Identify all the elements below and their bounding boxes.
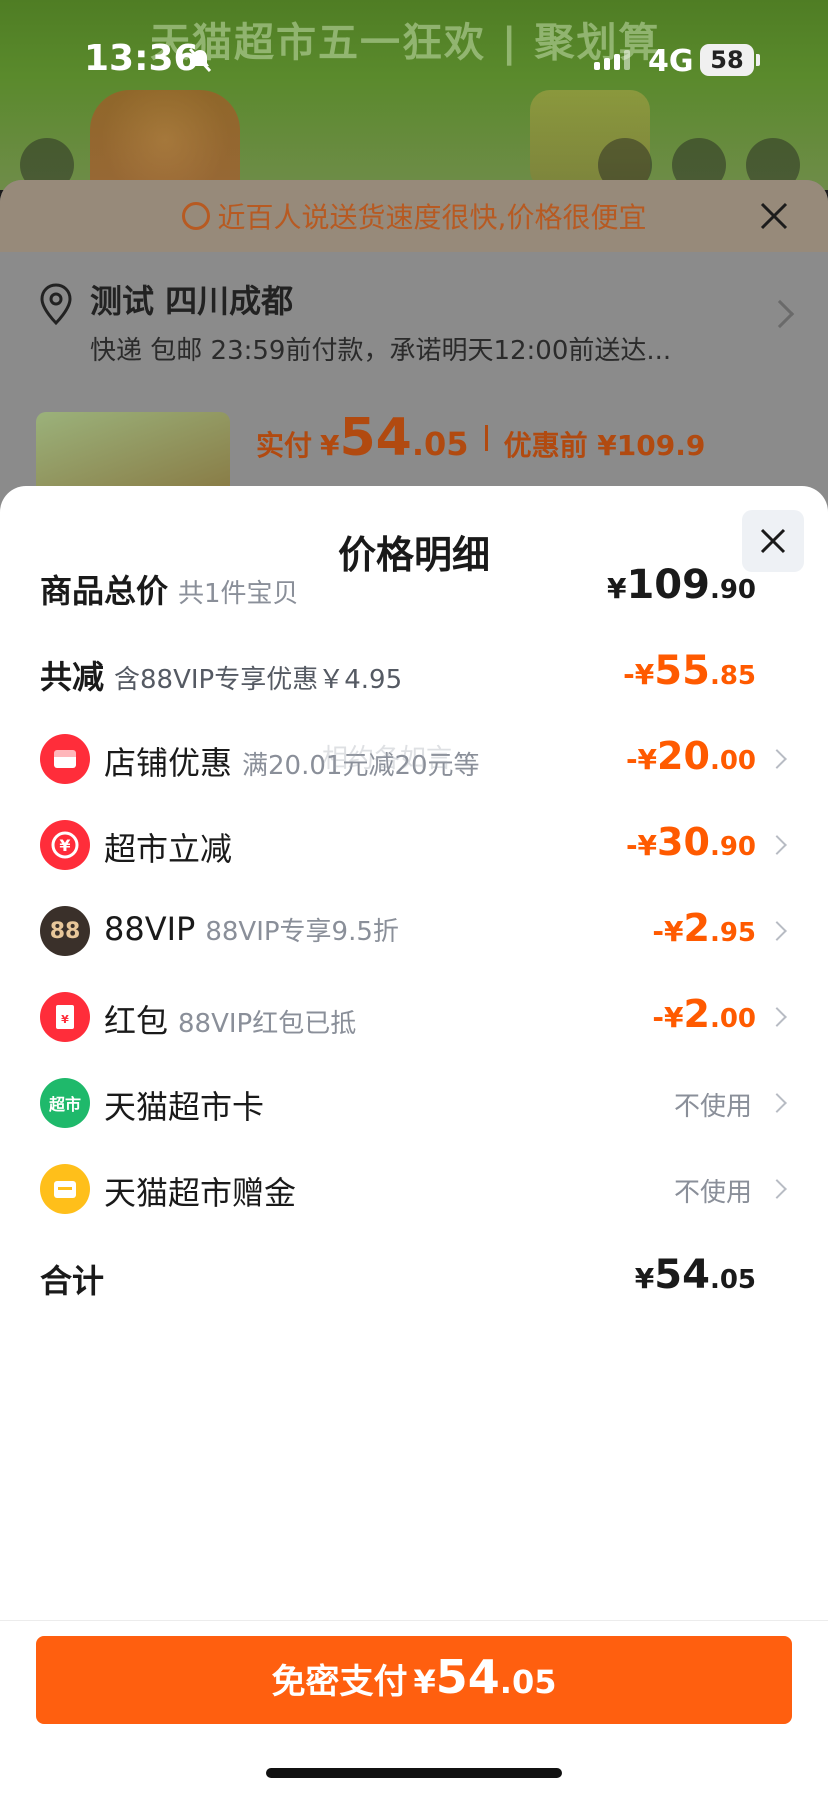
vip88-row[interactable]: 88 88VIP 88VIP专享9.5折 -¥ 2.95 xyxy=(0,902,828,962)
divider xyxy=(0,1620,828,1621)
supermarket-card-icon: 超市 xyxy=(40,1078,90,1128)
row-label: 天猫超市赠金 xyxy=(104,1174,297,1212)
chat-bubble-icon xyxy=(181,202,210,230)
shop-discount-row[interactable]: 店铺优惠 满20.01元减20元等 相约各如言 -¥ 20.00 xyxy=(0,730,828,790)
chevron-right-icon xyxy=(767,835,787,855)
supermarket-discount-row[interactable]: ¥ 超市立减 -¥ 30.90 xyxy=(0,816,828,876)
row-value: 不使用 xyxy=(673,1178,752,1208)
status-bar: 13:36 4G 58 xyxy=(0,0,828,110)
row-sub: 共1件宝贝 xyxy=(178,579,299,609)
row-amount: ¥54.05 xyxy=(634,1252,756,1298)
row-label: 共减 xyxy=(40,658,105,696)
grand-total-row: 合计 ¥54.05 xyxy=(0,1248,828,1308)
gift-money-icon xyxy=(40,1164,90,1214)
total-discount-row: 共减 含88VIP专享优惠￥4.95 -¥ 55.85 xyxy=(0,644,828,704)
signal-icon xyxy=(594,50,630,70)
row-amount: -¥ 30.90 xyxy=(625,820,756,864)
order-sheet-dimmed: 近百人说送货速度很快,价格很便宜 测试 四川成都 快递 包邮 23:59前付款，… xyxy=(0,180,828,520)
yen-coin-icon: ¥ xyxy=(40,820,90,870)
chevron-right-icon xyxy=(765,299,795,329)
close-icon[interactable] xyxy=(756,198,792,234)
row-amount: -¥ 2.00 xyxy=(652,992,756,1036)
chevron-right-icon xyxy=(767,921,787,941)
supermarket-card-row[interactable]: 超市 天猫超市卡 不使用 xyxy=(0,1074,828,1134)
row-label: 商品总价 xyxy=(40,572,169,610)
row-amount: -¥ 55.85 xyxy=(623,648,756,694)
row-label: 合计 xyxy=(40,1262,105,1300)
paid-price: 实付 ¥ 54 .05 优惠前 ¥109.9 xyxy=(256,408,706,468)
home-indicator xyxy=(266,1768,562,1778)
chevron-right-icon xyxy=(767,749,787,769)
address-row[interactable]: 测试 四川成都 快递 包邮 23:59前付款，承诺明天12:00前送达... xyxy=(0,252,828,382)
row-label: 超市立减 xyxy=(104,830,233,868)
notice-bar: 近百人说送货速度很快,价格很便宜 xyxy=(0,180,828,252)
network-type: 4G xyxy=(648,44,694,79)
row-sub: 88VIP专享9.5折 xyxy=(205,917,399,947)
price-detail-sheet: 价格明细 商品总价 共1件宝贝 ¥109.90 共减 含88VIP专享优惠￥4.95… xyxy=(0,486,828,1796)
row-label: 红包 xyxy=(104,1002,169,1040)
red-packet-icon: ¥ xyxy=(40,992,90,1042)
row-amount: ¥109.90 xyxy=(606,562,756,608)
shop-icon xyxy=(40,734,90,784)
pay-button[interactable]: 免密支付 ¥ 54 .05 xyxy=(36,1636,792,1724)
notice-text: 近百人说送货速度很快,价格很便宜 xyxy=(217,201,647,234)
row-label: 店铺优惠 xyxy=(104,744,233,782)
row-label: 天猫超市卡 xyxy=(104,1088,265,1126)
row-amount: -¥ 2.95 xyxy=(652,906,756,950)
row-sub: 含88VIP专享优惠￥4.95 xyxy=(114,665,403,695)
battery-icon: 58 xyxy=(700,44,754,76)
svg-text:¥: ¥ xyxy=(61,1013,69,1026)
row-amount: -¥ 20.00 xyxy=(625,734,756,778)
chevron-right-icon xyxy=(767,1179,787,1199)
status-time: 13:36 xyxy=(84,38,199,79)
delivery-detail: 快递 包邮 23:59前付款，承诺明天12:00前送达... xyxy=(90,336,672,366)
close-icon xyxy=(760,528,786,554)
vip88-icon: 88 xyxy=(40,906,90,956)
watermark: 相约各如言 xyxy=(322,744,453,774)
original-price: 优惠前 ¥109.9 xyxy=(503,429,706,462)
row-value: 不使用 xyxy=(673,1092,752,1122)
chevron-right-icon xyxy=(767,1093,787,1113)
chevron-right-icon xyxy=(767,1007,787,1027)
red-packet-row[interactable]: ¥ 红包 88VIP红包已抵 -¥ 2.00 xyxy=(0,988,828,1048)
mute-bell-icon xyxy=(188,47,212,73)
row-sub: 88VIP红包已抵 xyxy=(178,1009,357,1039)
gift-money-row[interactable]: 天猫超市赠金 不使用 xyxy=(0,1160,828,1220)
location-pin-icon xyxy=(40,283,72,326)
svg-text:¥: ¥ xyxy=(59,836,70,855)
address-name: 测试 四川成都 xyxy=(90,282,294,320)
total-goods-row: 商品总价 共1件宝贝 ¥109.90 xyxy=(0,558,828,618)
row-label: 88VIP xyxy=(104,910,196,948)
